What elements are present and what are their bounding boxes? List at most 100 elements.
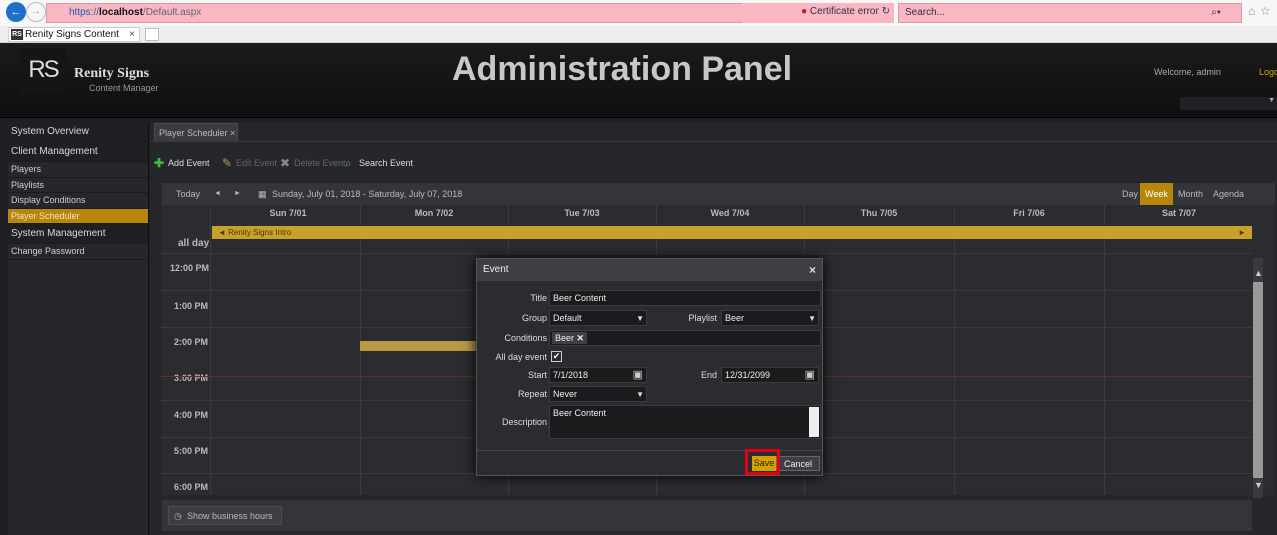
sidebar-item-client-management[interactable]: Client Management	[8, 142, 148, 162]
show-business-hours-button[interactable]: ◷ Show business hours	[168, 506, 282, 525]
tab-close-icon[interactable]: ×	[129, 28, 135, 41]
calendar-icon[interactable]: ▦	[258, 186, 267, 202]
hour-label-1pm: 1:00 PM	[174, 301, 209, 311]
sidebar-item-display-conditions[interactable]: Display Conditions	[8, 193, 148, 209]
sidebar-item-change-password[interactable]: Change Password	[8, 244, 148, 260]
title-input[interactable]: Beer Content	[549, 290, 821, 306]
day-header-sun[interactable]: Sun 7/01	[218, 208, 358, 218]
all-day-label: All day event	[495, 352, 547, 362]
add-event-label: Add Event	[168, 158, 210, 168]
welcome-text: Welcome, admin	[1154, 67, 1221, 77]
sidebar-item-system-management[interactable]: System Management	[8, 224, 148, 244]
browser-search-input[interactable]: Search... ⌕▾	[898, 3, 1242, 23]
day-header-sat[interactable]: Sat 7/07	[1104, 208, 1254, 218]
prev-week-button[interactable]: ◄	[214, 186, 221, 202]
start-date-input[interactable]: 7/1/2018 ▣	[549, 367, 647, 383]
user-menu-dropdown[interactable]: ▼	[1180, 97, 1277, 110]
tab-player-scheduler[interactable]: Player Scheduler ×	[154, 123, 238, 142]
cancel-button[interactable]: Cancel	[776, 456, 820, 471]
logout-link[interactable]: Logo	[1259, 67, 1277, 77]
playlist-select[interactable]: Beer ▼	[721, 310, 819, 326]
tab-strip	[150, 141, 1277, 142]
day-header-mon[interactable]: Mon 7/02	[360, 208, 508, 218]
new-tab-button[interactable]	[145, 28, 159, 41]
condition-tag-label: Beer	[555, 333, 575, 343]
dialog-header: Event ×	[477, 259, 822, 281]
favorites-star-icon[interactable]: ☆	[1260, 4, 1271, 18]
edit-event-button[interactable]: ✎ Edit Event	[220, 153, 277, 173]
col-line	[1104, 205, 1105, 495]
pencil-icon: ✎	[222, 156, 233, 170]
sidebar-item-playlists[interactable]: Playlists	[8, 178, 148, 193]
hour-label-6pm: 6:00 PM	[174, 482, 209, 492]
conditions-multiselect[interactable]: Beer ✕	[549, 330, 821, 346]
col-line	[954, 205, 955, 495]
all-day-checkbox[interactable]: ✔	[551, 351, 562, 362]
delete-icon: ✖	[280, 156, 291, 170]
condition-tag: Beer ✕	[552, 332, 588, 344]
browser-toolbar: ← → https://localhost/Default.aspx ● Cer…	[0, 0, 1277, 26]
delete-event-button[interactable]: ✖ Delete Event	[278, 153, 346, 173]
day-header-fri[interactable]: Fri 7/06	[954, 208, 1104, 218]
browser-tab[interactable]: RS Renity Signs Content Mana ×	[8, 27, 140, 53]
end-label: End	[700, 370, 717, 380]
end-date-input[interactable]: 12/31/2099 ▣	[721, 367, 819, 383]
save-button-highlight	[745, 449, 780, 475]
search-placeholder: Search...	[905, 7, 946, 18]
day-header-thu[interactable]: Thu 7/05	[804, 208, 954, 218]
sidebar-item-players[interactable]: Players	[8, 162, 148, 178]
textarea-scrollbar[interactable]	[809, 407, 819, 437]
playlist-label: Playlist	[688, 313, 717, 323]
day-header-wed[interactable]: Wed 7/04	[656, 208, 804, 218]
all-day-event-bar[interactable]: ◄ Renity Signs Intro ►	[212, 226, 1252, 239]
show-business-hours-label: Show business hours	[187, 511, 273, 521]
col-line	[210, 205, 211, 495]
description-textarea[interactable]: Beer Content	[549, 405, 821, 439]
back-button[interactable]: ←	[6, 2, 26, 22]
day-header-tue[interactable]: Tue 7/03	[508, 208, 656, 218]
scheduler-toolbar: ✚ Add Event ✎ Edit Event ✖ Delete Event ⌕ Se…	[150, 153, 1277, 175]
search-event-label: Search Event	[359, 158, 414, 168]
title-label: Title	[530, 293, 547, 303]
next-week-button[interactable]: ►	[234, 186, 241, 202]
view-agenda-button[interactable]: Agenda	[1208, 183, 1249, 205]
scrollbar-thumb[interactable]	[1253, 282, 1263, 478]
forward-button[interactable]: →	[26, 2, 46, 22]
view-week-button[interactable]: Week	[1140, 183, 1173, 205]
scroll-up-icon[interactable]: ▲	[1254, 268, 1263, 278]
search-icon[interactable]: ⌕▾	[1211, 4, 1221, 22]
sidebar-item-player-scheduler[interactable]: Player Scheduler	[8, 208, 148, 224]
add-event-button[interactable]: ✚ Add Event	[152, 153, 210, 173]
all-day-label: all day	[178, 238, 210, 249]
close-icon[interactable]: ×	[809, 259, 816, 281]
view-month-button[interactable]: Month	[1173, 183, 1208, 205]
refresh-icon[interactable]: ↻	[882, 6, 890, 17]
logo: RS	[20, 48, 66, 94]
cert-error-text: Certificate error	[809, 6, 879, 17]
brand-subtitle: Content Manager	[89, 83, 159, 93]
scroll-down-icon[interactable]: ▼	[1254, 480, 1263, 490]
end-date-value: 12/31/2099	[725, 370, 771, 380]
chevron-down-icon: ▼	[636, 314, 644, 323]
search-event-button[interactable]: ⌕ Search Event	[343, 153, 413, 173]
certificate-error[interactable]: ● Certificate error ↻	[742, 3, 894, 23]
group-select[interactable]: Default ▼	[549, 310, 647, 326]
chevron-down-icon: ▼	[808, 314, 816, 323]
home-icon[interactable]: ⌂	[1248, 4, 1255, 18]
sidebar-item-system-overview[interactable]: System Overview	[8, 122, 148, 142]
today-button[interactable]: Today	[176, 186, 200, 202]
calendar-icon[interactable]: ▣	[633, 368, 643, 382]
clock-icon: ◷	[174, 511, 182, 521]
brand-name: Renity Signs	[74, 66, 150, 81]
address-host: localhost	[99, 7, 143, 18]
conditions-label: Conditions	[504, 333, 547, 343]
calendar-event[interactable]	[360, 341, 476, 351]
start-label: Start	[527, 370, 547, 380]
repeat-label: Repeat	[517, 389, 547, 399]
all-day-event-end-arrow: ►	[1238, 228, 1246, 237]
group-value: Default	[553, 313, 582, 323]
calendar-icon[interactable]: ▣	[805, 368, 815, 382]
remove-tag-icon[interactable]: ✕	[577, 333, 585, 343]
repeat-select[interactable]: Never ▼	[549, 386, 647, 402]
tab-favicon-icon: RS	[11, 29, 23, 40]
